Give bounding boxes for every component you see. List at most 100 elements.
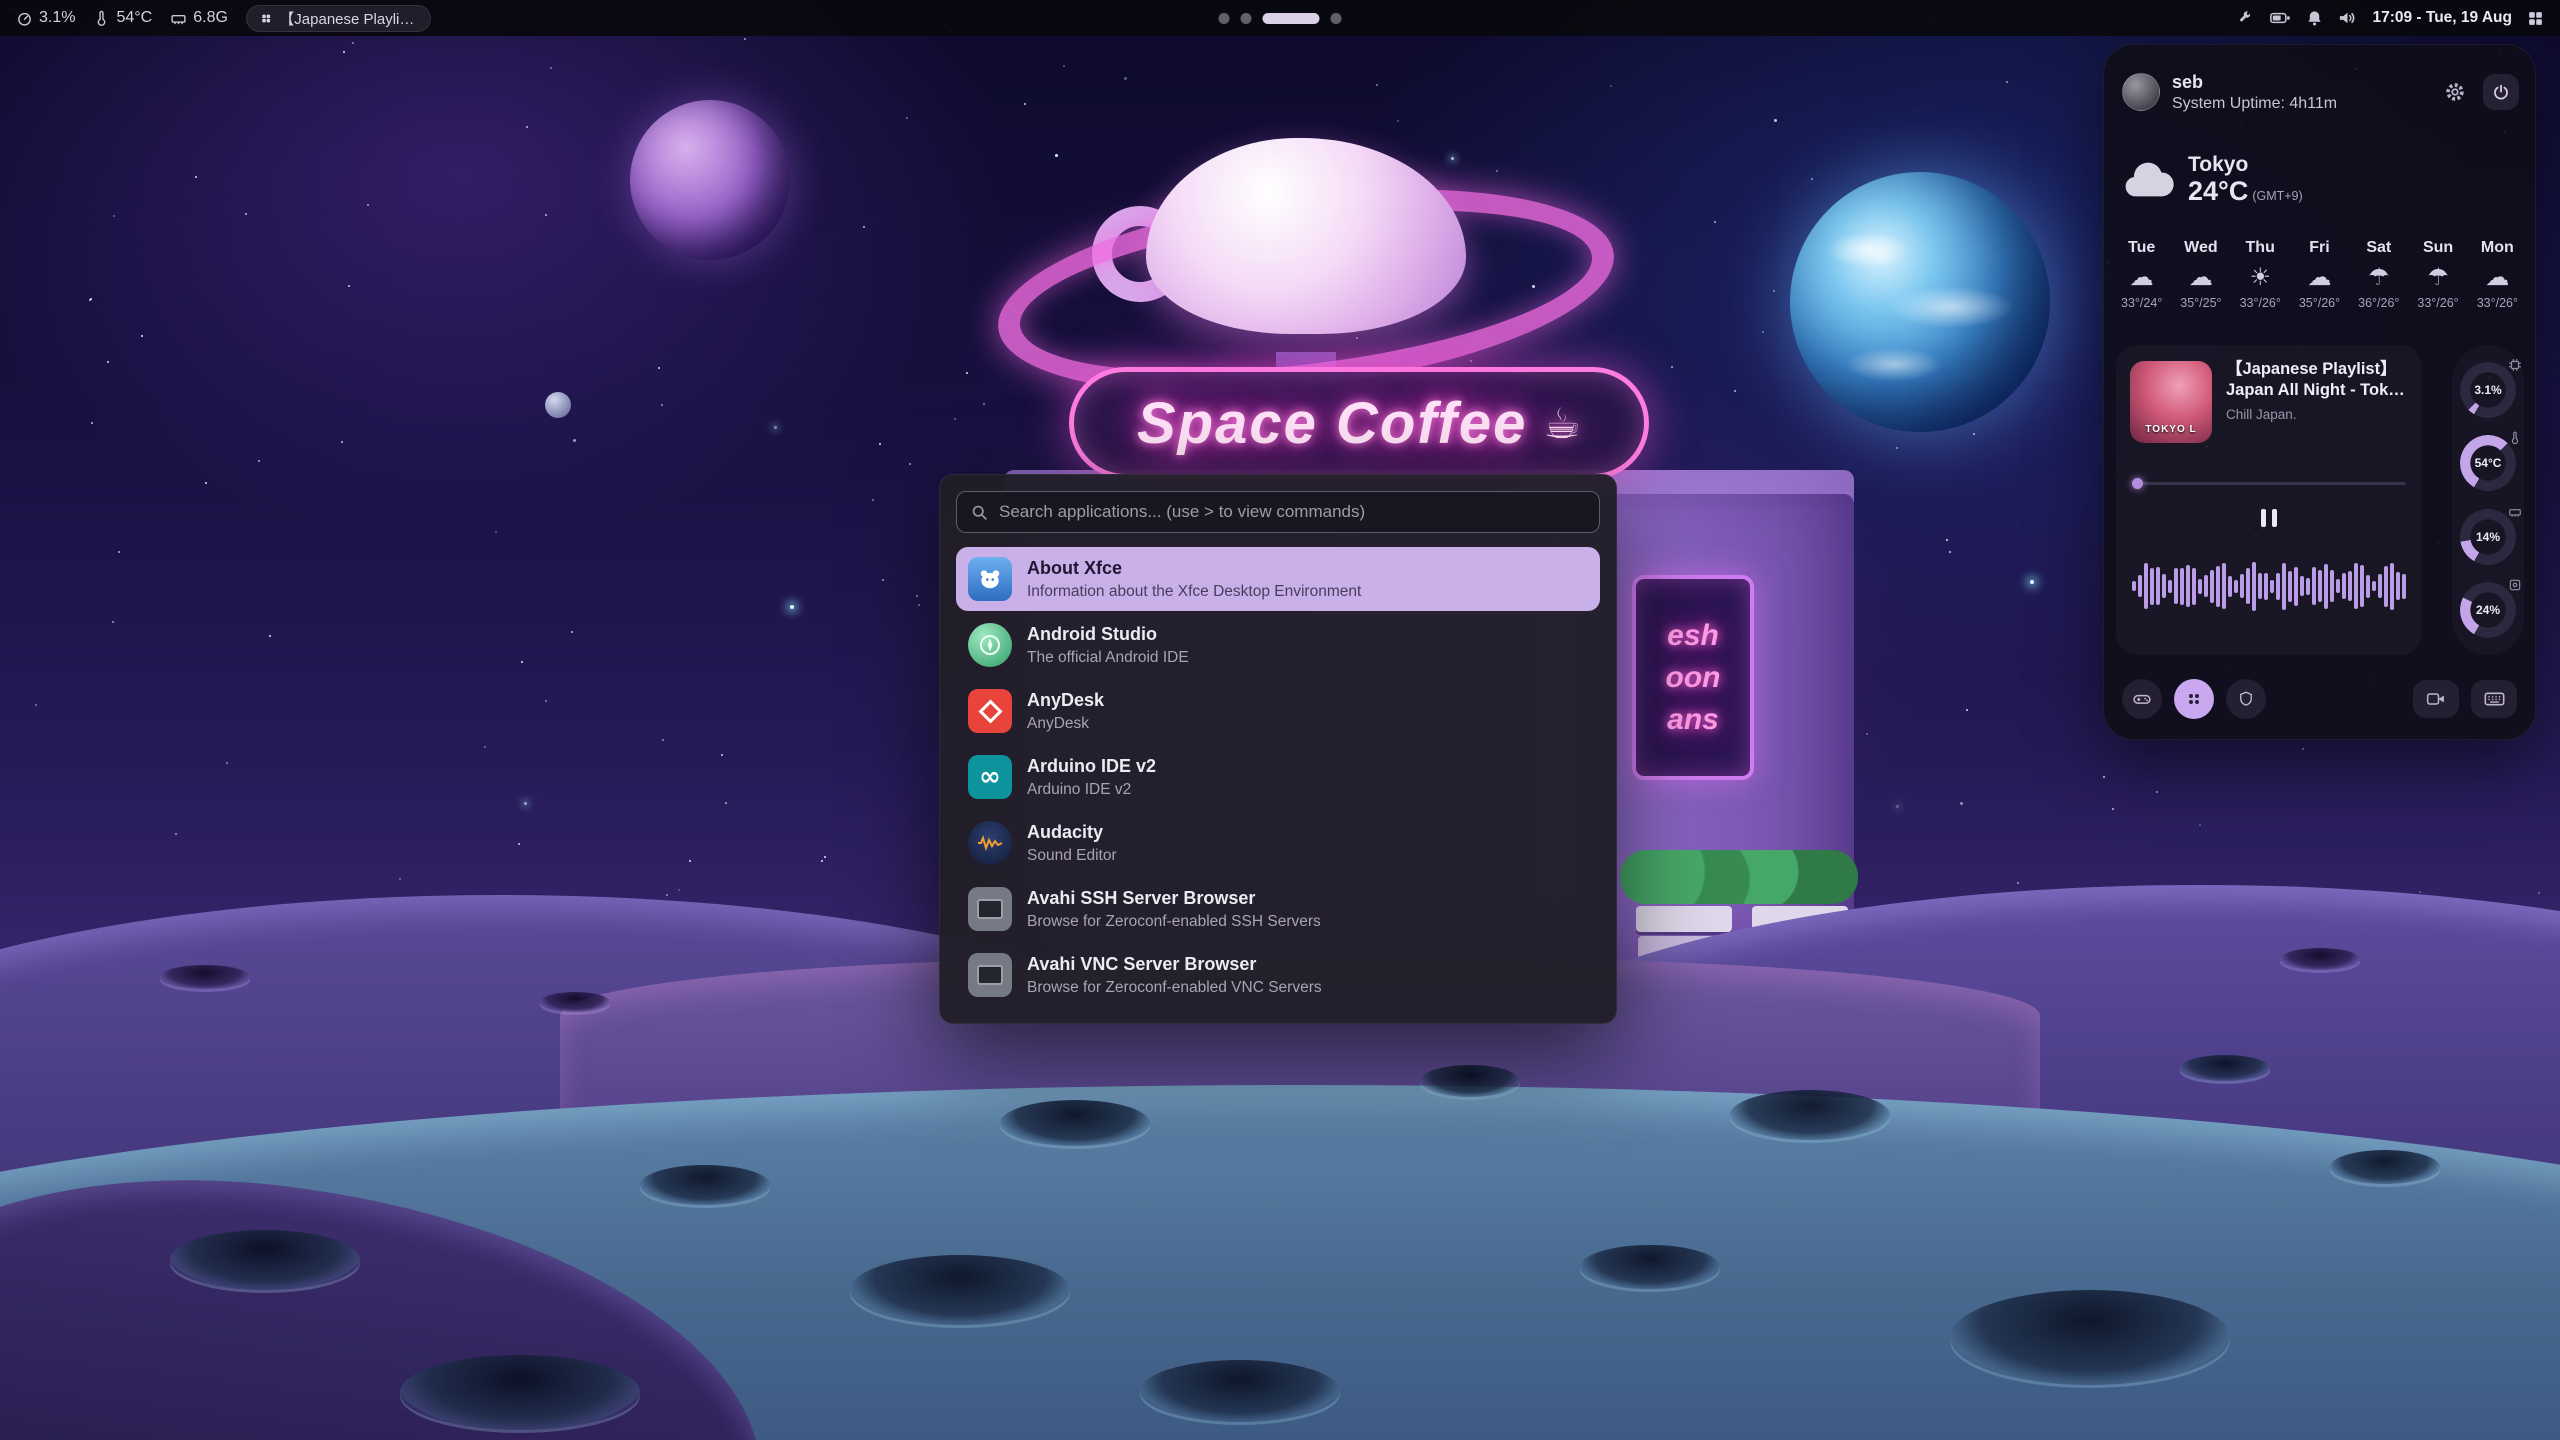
anydesk-icon	[968, 689, 1012, 733]
top-bar: 3.1% 54°C 6.8G 【Japanese Playlist】 J...	[0, 0, 2560, 36]
search-bar[interactable]	[956, 491, 1600, 533]
window-neon-text: ans	[1667, 703, 1719, 737]
xfce-mouse-icon	[968, 557, 1012, 601]
audacity-icon	[968, 821, 1012, 865]
memory-gauge: 14%	[2460, 509, 2516, 565]
thermometer-icon	[93, 10, 110, 27]
app-list: About XfceInformation about the Xfce Des…	[956, 547, 1600, 1007]
cpu-value: 3.1%	[39, 9, 75, 27]
search-input[interactable]	[999, 502, 1585, 522]
apps-mini-icon	[261, 12, 271, 25]
space-coffee-sign: Space Coffee ☕	[1069, 367, 1649, 479]
sparkle-star	[2030, 580, 2034, 584]
cloud-icon	[2122, 160, 2174, 198]
gear-icon	[2444, 81, 2466, 103]
sun-icon: ☀	[2231, 263, 2290, 291]
avatar	[2122, 73, 2160, 111]
workspace-dot-4[interactable]	[1331, 13, 1342, 24]
launcher-item-avahi-ssh[interactable]: Avahi SSH Server BrowserBrowse for Zeroc…	[956, 877, 1600, 941]
app-launcher: About XfceInformation about the Xfce Des…	[939, 474, 1617, 1024]
launcher-item-android-studio[interactable]: Android Studio The official Android IDE	[956, 613, 1600, 677]
app-title: AnyDesk	[1027, 689, 1104, 712]
app-title: Avahi SSH Server Browser	[1027, 887, 1321, 910]
hedge	[1620, 850, 1858, 904]
memory-stat: 6.8G	[170, 9, 228, 27]
weather-timezone: (GMT+9)	[2252, 189, 2302, 203]
controller-icon	[2132, 689, 2152, 709]
apps-button[interactable]	[2174, 679, 2214, 719]
search-icon	[971, 504, 988, 521]
sign-text: Space Coffee	[1137, 390, 1527, 457]
pause-button[interactable]	[2255, 503, 2283, 533]
app-subtitle: The official Android IDE	[1027, 648, 1189, 667]
app-subtitle: AnyDesk	[1027, 714, 1104, 733]
app-subtitle: Sound Editor	[1027, 846, 1117, 865]
launcher-item-audacity[interactable]: AudacitySound Editor	[956, 811, 1600, 875]
app-title: Android Studio	[1027, 623, 1189, 646]
controller-button[interactable]	[2122, 679, 2162, 719]
progress-knob[interactable]	[2132, 478, 2143, 489]
volume-icon[interactable]	[2338, 9, 2357, 27]
window-neon-text: esh	[1667, 619, 1719, 653]
planter-box	[1636, 906, 1732, 932]
settings-button[interactable]	[2437, 74, 2473, 110]
quick-actions	[2122, 677, 2517, 721]
window-neon-text: oon	[1666, 661, 1721, 695]
shield-button[interactable]	[2226, 679, 2266, 719]
power-button[interactable]	[2483, 74, 2519, 110]
keyboard-button[interactable]	[2471, 680, 2517, 718]
app-grid-icon[interactable]	[2527, 10, 2544, 27]
screen-record-button[interactable]	[2413, 680, 2459, 718]
media-subtitle: Chill Japan.	[2226, 407, 2297, 422]
workspace-dot-2[interactable]	[1241, 13, 1252, 24]
desktop: Space Coffee ☕ esh oon ans	[0, 0, 2560, 1440]
launcher-item-arduino[interactable]: ∞ Arduino IDE v2Arduino IDE v2	[956, 745, 1600, 809]
cpu-gauge: 3.1%	[2460, 362, 2516, 418]
cloud-icon: ☁	[2468, 263, 2527, 291]
memory-icon	[2508, 505, 2522, 519]
media-progress-slider[interactable]	[2132, 477, 2406, 489]
temperature-gauge: 54°C	[2460, 435, 2516, 491]
temp-value: 54°C	[116, 9, 152, 27]
shop-window: esh oon ans	[1632, 575, 1754, 780]
launcher-item-about-xfce[interactable]: About XfceInformation about the Xfce Des…	[956, 547, 1600, 611]
cpu-icon	[2508, 358, 2522, 372]
launcher-item-avahi-vnc[interactable]: Avahi VNC Server BrowserBrowse for Zeroc…	[956, 943, 1600, 1007]
widgets-panel: seb System Uptime: 4h11m Tokyo 24°C(GMT+…	[2103, 44, 2536, 740]
temp-stat: 54°C	[93, 9, 152, 27]
media-pill-button[interactable]: 【Japanese Playlist】 J...	[246, 5, 431, 32]
shield-icon	[2237, 690, 2255, 708]
disk-icon	[2508, 578, 2522, 592]
coffee-cup-icon: ☕	[1543, 399, 1581, 448]
workspace-switcher	[1219, 0, 1342, 36]
small-moon	[545, 392, 571, 418]
app-subtitle: Information about the Xfce Desktop Envir…	[1027, 582, 1361, 601]
clock[interactable]: 17:09 - Tue, 19 Aug	[2372, 9, 2512, 27]
forecast-day: Thu☀33°/26°	[2231, 239, 2290, 310]
apps-grid-icon	[2185, 690, 2203, 708]
bell-icon[interactable]	[2306, 9, 2323, 27]
umbrella-icon: ☂	[2408, 263, 2467, 291]
cpu-stat: 3.1%	[16, 9, 75, 27]
gauge-icon	[16, 10, 33, 27]
tools-tray-icon[interactable]	[2237, 9, 2255, 27]
app-title: Arduino IDE v2	[1027, 755, 1156, 778]
arduino-icon: ∞	[968, 755, 1012, 799]
memory-value: 6.8G	[193, 9, 228, 27]
cloud-icon: ☁	[2171, 263, 2230, 291]
battery-icon[interactable]	[2270, 9, 2291, 27]
cloud-icon: ☁	[2112, 263, 2171, 291]
weather-widget: Tokyo 24°C(GMT+9)	[2122, 153, 2303, 205]
umbrella-icon: ☂	[2349, 263, 2408, 291]
album-art: TOKYO L	[2130, 361, 2212, 443]
workspace-dot-1[interactable]	[1219, 13, 1230, 24]
launcher-item-anydesk[interactable]: AnyDesk AnyDesk	[956, 679, 1600, 743]
forecast-row: Tue☁33°/24° Wed☁35°/25° Thu☀33°/26° Fri☁…	[2112, 239, 2527, 310]
workspace-active[interactable]	[1263, 13, 1320, 24]
uptime-label: System Uptime: 4h11m	[2172, 95, 2337, 113]
cloud-icon: ☁	[2290, 263, 2349, 291]
media-pill-label: 【Japanese Playlist】 J...	[279, 8, 416, 29]
thermometer-icon	[2508, 431, 2522, 445]
server-browser-icon	[968, 953, 1012, 997]
media-title: 【Japanese Playlist】 Japan All Night - To…	[2226, 359, 2410, 400]
